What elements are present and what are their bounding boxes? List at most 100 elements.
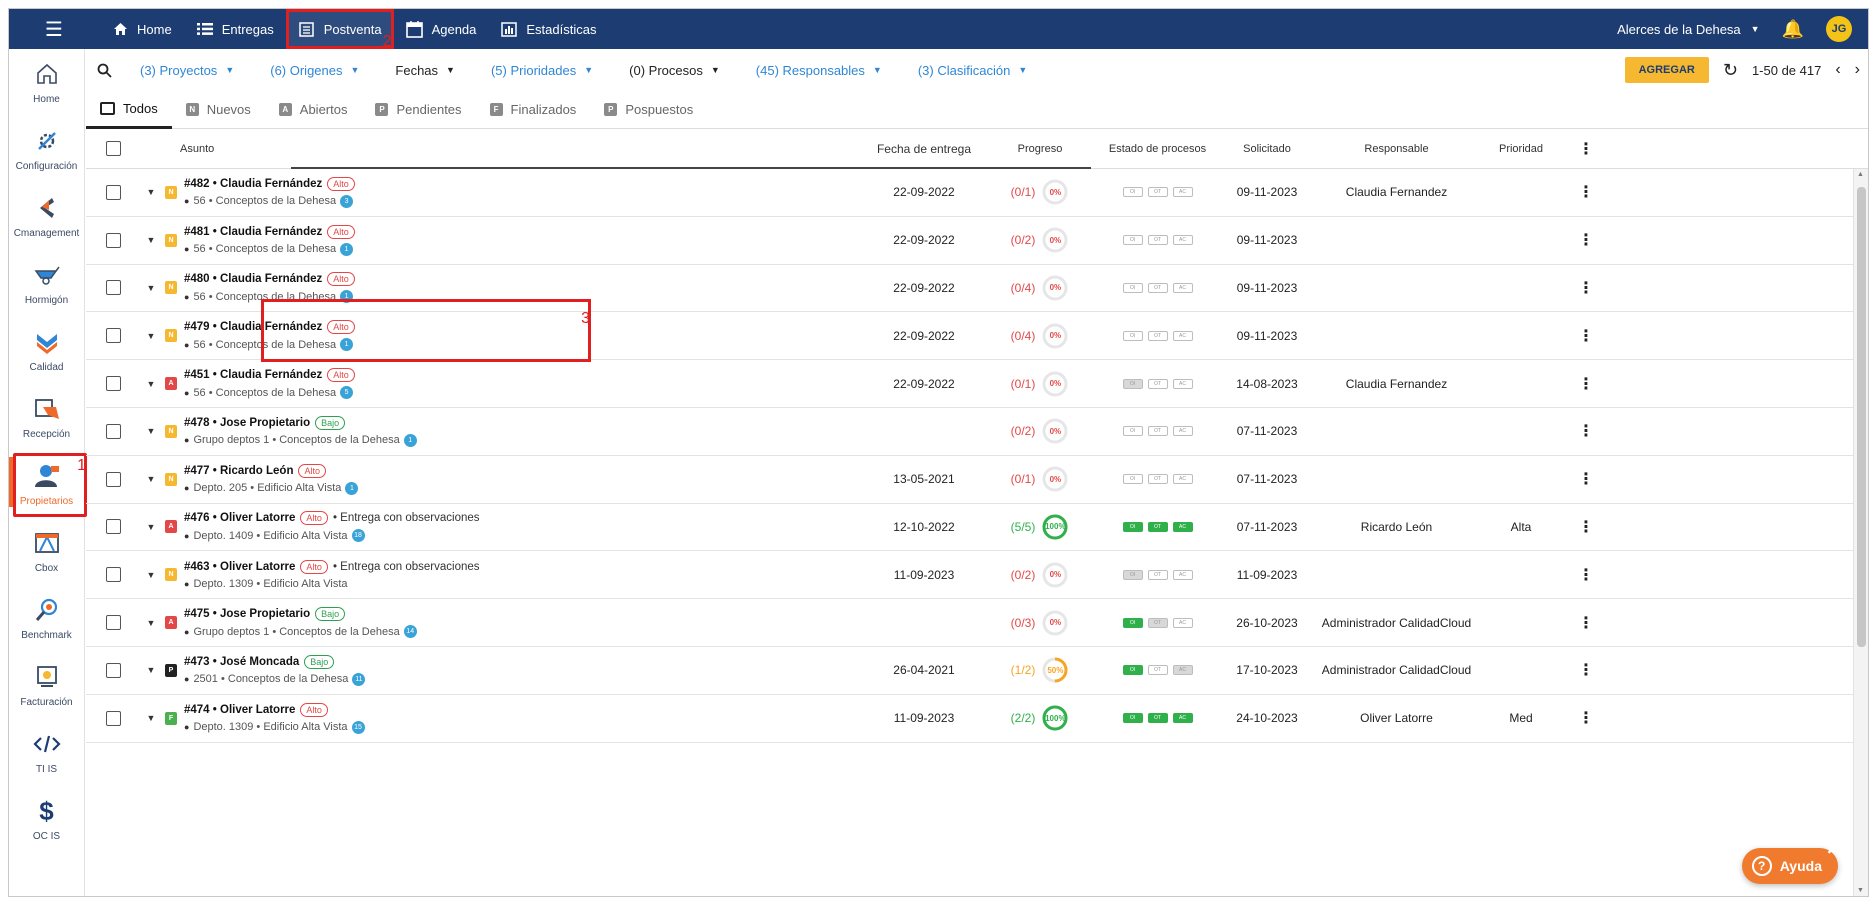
expand-caret-icon[interactable]: ▼ — [140, 570, 162, 580]
table-row[interactable]: ▼ N #481 • Claudia Fernández Alto ● 56 •… — [86, 217, 1868, 265]
scroll-up-icon[interactable]: ▲ — [1857, 171, 1864, 178]
col-solicitado[interactable]: Solicitado — [1220, 143, 1314, 155]
sidebar-item-calidad[interactable]: Calidad — [9, 317, 84, 384]
tab-pendientes[interactable]: P Pendientes — [361, 91, 475, 129]
row-title[interactable]: #463 • Oliver Latorre — [184, 561, 295, 573]
expand-caret-icon[interactable]: ▼ — [140, 331, 162, 341]
asunto-cell[interactable]: #475 • Jose Propietario Bajo ● Grupo dep… — [180, 607, 863, 639]
row-title[interactable]: #482 • Claudia Fernández — [184, 178, 322, 190]
col-responsable[interactable]: Responsable — [1314, 143, 1479, 155]
sidebar-item-ti-is[interactable]: TI IS — [9, 719, 84, 786]
expand-caret-icon[interactable]: ▼ — [140, 474, 162, 484]
sidebar-item-propietarios[interactable]: Propietarios 1 — [9, 451, 87, 518]
row-checkbox[interactable] — [105, 710, 121, 726]
bell-icon[interactable]: 🔔 — [1782, 19, 1804, 40]
scroll-down-icon[interactable]: ▼ — [1857, 887, 1864, 894]
avatar[interactable]: JG — [1826, 16, 1852, 42]
row-checkbox[interactable] — [105, 662, 121, 678]
row-menu-icon[interactable]: ⋮ — [1563, 613, 1609, 633]
filter-fechas[interactable]: Fechas ▼ — [377, 63, 473, 78]
asunto-cell[interactable]: #451 • Claudia Fernández Alto ● 56 • Con… — [180, 368, 863, 400]
expand-caret-icon[interactable]: ▼ — [140, 618, 162, 628]
sidebar-item-recepcion[interactable]: Recepción — [9, 384, 84, 451]
table-row[interactable]: ▼ N #463 • Oliver Latorre Alto • Entrega… — [86, 551, 1868, 600]
row-menu-icon[interactable]: ⋮ — [1563, 469, 1609, 489]
row-title[interactable]: #478 • Jose Propietario — [184, 417, 310, 429]
asunto-cell[interactable]: #476 • Oliver Latorre Alto • Entrega con… — [180, 511, 863, 543]
col-fecha[interactable]: Fecha de entrega — [863, 142, 985, 156]
hamburger-menu-icon[interactable]: ☰ — [9, 17, 99, 42]
table-row[interactable]: ▼ A #476 • Oliver Latorre Alto • Entrega… — [86, 504, 1868, 552]
row-checkbox[interactable] — [105, 567, 121, 583]
expand-caret-icon[interactable]: ▼ — [140, 522, 162, 532]
filter-clasificacion[interactable]: (3) Clasificación ▼ — [900, 63, 1045, 78]
row-menu-icon[interactable]: ⋮ — [1563, 374, 1609, 394]
asunto-cell[interactable]: #478 • Jose Propietario Bajo ● Grupo dep… — [180, 415, 863, 447]
col-prioridad[interactable]: Prioridad — [1479, 143, 1563, 155]
filter-prioridades[interactable]: (5) Prioridades ▼ — [473, 63, 611, 78]
asunto-cell[interactable]: #463 • Oliver Latorre Alto • Entrega con… — [180, 559, 863, 590]
sidebar-item-configuracion[interactable]: Configuración — [9, 116, 84, 183]
row-title[interactable]: #451 • Claudia Fernández — [184, 369, 322, 381]
select-all-checkbox[interactable] — [105, 141, 121, 156]
col-estado[interactable]: Estado de procesos — [1095, 143, 1220, 155]
table-row[interactable]: ▼ N #482 • Claudia Fernández Alto ● 56 •… — [86, 169, 1868, 217]
row-menu-icon[interactable]: ⋮ — [1563, 278, 1609, 298]
expand-caret-icon[interactable]: ▼ — [140, 235, 162, 245]
row-checkbox[interactable] — [105, 280, 121, 296]
row-menu-icon[interactable]: ⋮ — [1563, 565, 1609, 585]
tab-todos[interactable]: Todos — [86, 91, 172, 129]
scrollbar-thumb[interactable] — [1857, 187, 1866, 647]
sidebar-item-cmanagement[interactable]: Cmanagement — [9, 183, 84, 250]
refresh-icon[interactable]: ↻ — [1723, 60, 1738, 81]
nav-estadisticas[interactable]: Estadísticas — [488, 9, 608, 49]
expand-caret-icon[interactable]: ▼ — [140, 713, 162, 723]
expand-caret-icon[interactable]: ▼ — [140, 665, 162, 675]
col-asunto[interactable]: Asunto — [180, 143, 863, 155]
row-menu-icon[interactable]: ⋮ — [1563, 517, 1609, 537]
sidebar-item-oc-is[interactable]: $ OC IS — [9, 786, 84, 853]
row-title[interactable]: #477 • Ricardo León — [184, 465, 293, 477]
filter-responsables[interactable]: (45) Responsables ▼ — [738, 63, 900, 78]
add-button[interactable]: AGREGAR — [1624, 57, 1709, 83]
row-menu-icon[interactable]: ⋮ — [1563, 230, 1609, 250]
row-checkbox[interactable] — [105, 423, 121, 439]
row-menu-icon[interactable]: ⋮ — [1563, 182, 1609, 202]
table-row[interactable]: ▼ P #473 • José Moncada Bajo ● 2501 • Co… — [86, 647, 1868, 695]
project-selector[interactable]: Alerces de la Dehesa ▼ — [1617, 22, 1760, 37]
row-checkbox[interactable] — [105, 232, 121, 248]
filter-proyectos[interactable]: (3) Proyectos ▼ — [122, 63, 252, 78]
help-button[interactable]: ? Ayuda ✖ — [1741, 845, 1838, 884]
asunto-cell[interactable]: #481 • Claudia Fernández Alto ● 56 • Con… — [180, 224, 863, 256]
row-checkbox[interactable] — [105, 615, 121, 631]
filter-origenes[interactable]: (6) Origenes ▼ — [252, 63, 377, 78]
row-title[interactable]: #481 • Claudia Fernández — [184, 226, 322, 238]
column-menu-icon[interactable]: ⋮ — [1563, 139, 1609, 159]
row-checkbox[interactable] — [105, 184, 121, 200]
close-icon[interactable]: ✖ — [1827, 844, 1836, 857]
row-checkbox[interactable] — [105, 471, 121, 487]
prev-page-icon[interactable]: ‹ — [1835, 61, 1840, 79]
asunto-cell[interactable]: #482 • Claudia Fernández Alto ● 56 • Con… — [180, 176, 863, 208]
asunto-cell[interactable]: #477 • Ricardo León Alto ● Depto. 205 • … — [180, 463, 863, 495]
table-row[interactable]: ▼ N #478 • Jose Propietario Bajo ● Grupo… — [86, 408, 1868, 456]
tab-finalizados[interactable]: F Finalizados — [476, 91, 591, 129]
expand-caret-icon[interactable]: ▼ — [140, 283, 162, 293]
row-menu-icon[interactable]: ⋮ — [1563, 326, 1609, 346]
sidebar-item-cbox[interactable]: Cbox — [9, 518, 84, 585]
table-row[interactable]: ▼ A #451 • Claudia Fernández Alto ● 56 •… — [86, 360, 1868, 408]
row-title[interactable]: #473 • José Moncada — [184, 656, 299, 668]
col-progreso[interactable]: Progreso — [985, 143, 1095, 155]
sidebar-item-home[interactable]: Home — [9, 49, 84, 116]
tab-abiertos[interactable]: A Abiertos — [265, 91, 362, 129]
asunto-cell[interactable]: #473 • José Moncada Bajo ● 2501 • Concep… — [180, 654, 863, 686]
filter-procesos[interactable]: (0) Procesos ▼ — [611, 63, 738, 78]
asunto-cell[interactable]: #474 • Oliver Latorre Alto ● Depto. 1309… — [180, 702, 863, 734]
nav-postventa[interactable]: Postventa 2 — [285, 9, 394, 50]
row-menu-icon[interactable]: ⋮ — [1563, 708, 1609, 728]
next-page-icon[interactable]: › — [1855, 61, 1860, 79]
tab-pospuestos[interactable]: P Pospuestos — [590, 91, 707, 129]
row-checkbox[interactable] — [105, 376, 121, 392]
row-menu-icon[interactable]: ⋮ — [1563, 421, 1609, 441]
table-row[interactable]: ▼ N #477 • Ricardo León Alto ● Depto. 20… — [86, 456, 1868, 504]
